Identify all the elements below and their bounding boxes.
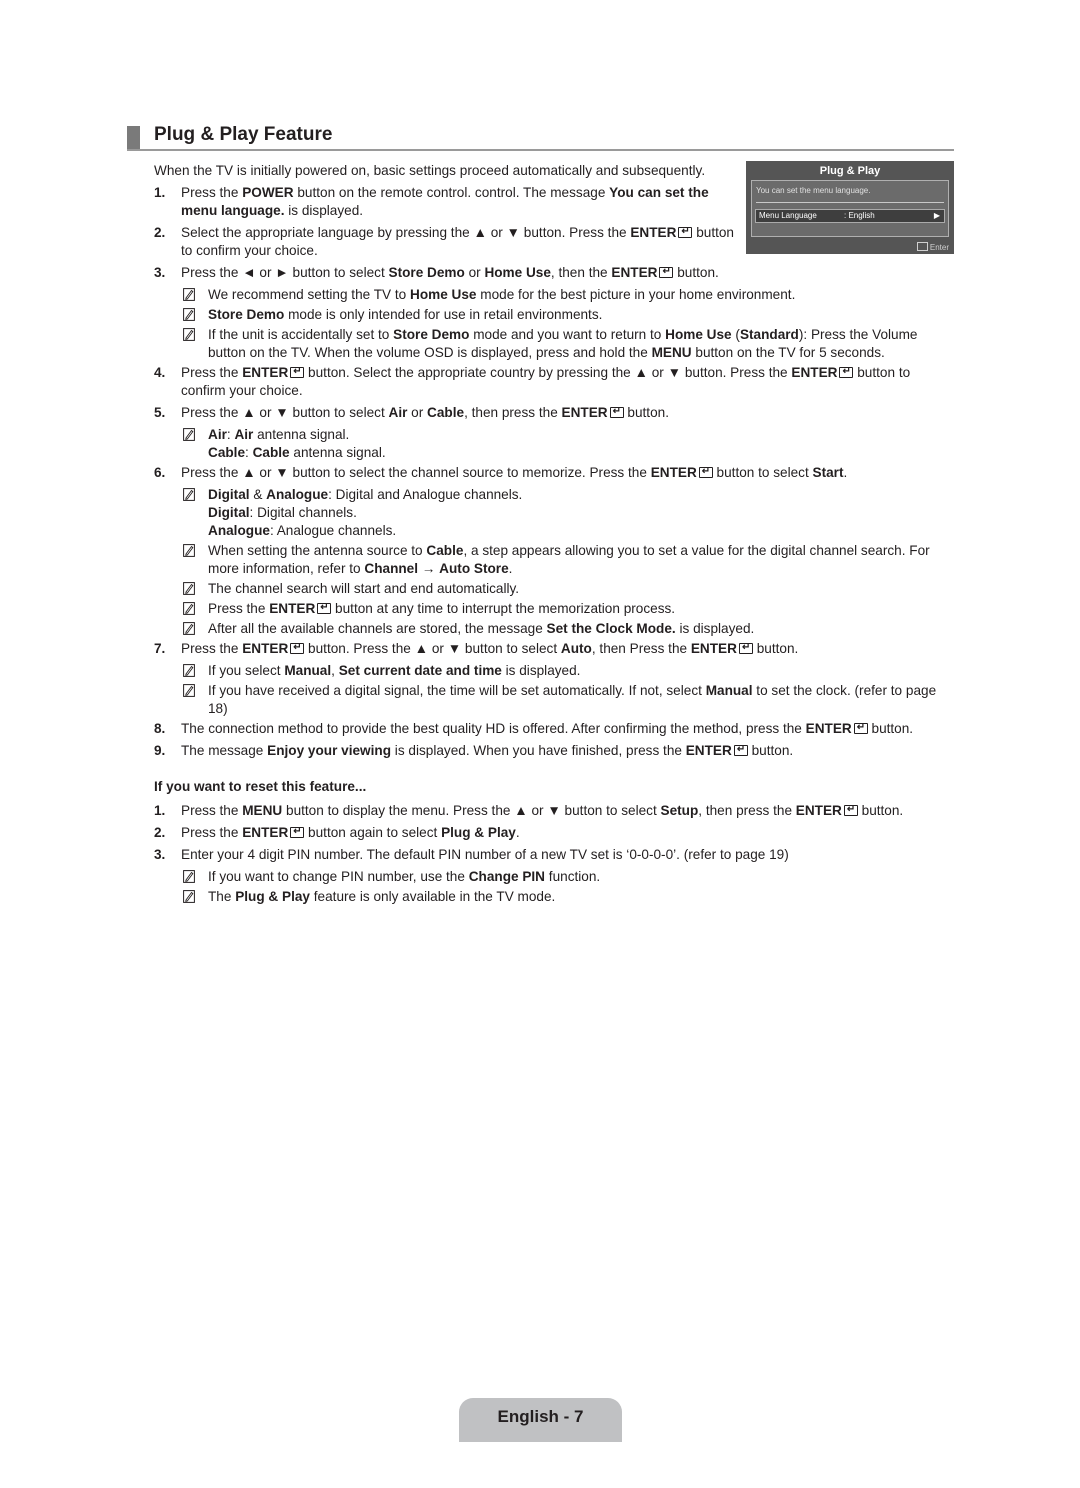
step-number: 6. [154, 465, 166, 480]
step-item: 1. Press the MENU button to display the m… [154, 801, 954, 820]
note-item: Press the ENTER button at any time to in… [181, 599, 954, 618]
step-item: 2. Select the appropriate language by pre… [154, 223, 746, 260]
enter-icon [290, 823, 305, 841]
header-rule [127, 149, 954, 151]
note-icon [183, 428, 195, 441]
enter-icon [290, 363, 305, 381]
step-text: Press the ENTER button. Press the ▲ or ▼… [181, 639, 798, 657]
step-item: 7. Press the ENTER button. Press the ▲ or… [154, 639, 954, 658]
note-icon [183, 890, 195, 903]
note-item: After all the available channels are sto… [181, 620, 954, 638]
intro-text: When the TV is initially powered on, bas… [154, 163, 706, 178]
note-icon [183, 544, 195, 557]
note-icon [183, 328, 195, 341]
note-text: Digital & Analogue: Digital and Analogue… [208, 487, 523, 538]
note-icon [183, 622, 195, 635]
step-item: 4. Press the ENTER button. Select the app… [154, 363, 954, 400]
page-title: Plug & Play Feature [154, 124, 333, 145]
note-item: If you select Manual, Set current date a… [181, 662, 954, 680]
note-icon [183, 308, 195, 321]
step-item: 6. Press the ▲ or ▼ button to select the … [154, 463, 954, 482]
enter-icon [290, 639, 305, 657]
header-marker [127, 126, 140, 150]
step-item: 2. Press the ENTER button again to select… [154, 823, 954, 842]
note-item: Digital & Analogue: Digital and Analogue… [181, 486, 954, 540]
step-number: 1. [154, 803, 166, 818]
step-number: 9. [154, 743, 166, 758]
enter-icon [317, 599, 332, 617]
step-number: 1. [154, 185, 166, 200]
note-text: The Plug & Play feature is only availabl… [208, 889, 556, 904]
enter-icon [738, 639, 753, 657]
step-text: Press the MENU button to display the men… [181, 801, 903, 819]
note-text: Press the ENTER button at any time to in… [208, 599, 675, 617]
note-item: If the unit is accidentally set to Store… [181, 326, 954, 362]
step-text: Press the ◄ or ► button to select Store … [181, 263, 719, 281]
note-text: Store Demo mode is only intended for use… [208, 307, 603, 322]
step-item: 1. Press the POWER button on the remote c… [154, 184, 746, 220]
enter-icon [609, 403, 624, 421]
step-number: 5. [154, 405, 166, 420]
note-text: If you want to change PIN number, use th… [208, 869, 601, 884]
enter-icon [843, 801, 858, 819]
step-number: 2. [154, 825, 166, 840]
note-item: We recommend setting the TV to Home Use … [181, 286, 954, 304]
content: When the TV is initially powered on, bas… [154, 162, 954, 908]
page-number: English - 7 [497, 1407, 584, 1426]
step-number: 7. [154, 641, 166, 656]
step-text: The message Enjoy your viewing is displa… [181, 741, 793, 759]
page-footer-tab: English - 7 [459, 1398, 622, 1442]
note-icon [183, 488, 195, 501]
step-text: Press the ENTER button again to select P… [181, 823, 520, 841]
step-text: Press the POWER button on the remote con… [181, 185, 709, 218]
step-text: Press the ▲ or ▼ button to select Air or… [181, 403, 669, 421]
step-text: Press the ▲ or ▼ button to select the ch… [181, 463, 847, 481]
note-icon [183, 664, 195, 677]
step-text: The connection method to provide the bes… [181, 719, 913, 737]
section-header: Plug & Play Feature [127, 124, 954, 151]
note-item: When setting the antenna source to Cable… [181, 542, 954, 578]
enter-icon [678, 223, 693, 241]
note-icon [183, 684, 195, 697]
step-number: 3. [154, 847, 166, 862]
enter-icon [853, 719, 868, 737]
step-number: 4. [154, 365, 166, 380]
step-item: 3. Enter your 4 digit PIN number. The def… [154, 846, 954, 864]
steps-list: 1. Press the POWER button on the remote c… [154, 184, 954, 760]
note-text: When setting the antenna source to Cable… [208, 543, 930, 576]
note-icon [183, 582, 195, 595]
note-icon [183, 870, 195, 883]
enter-icon [698, 463, 713, 481]
note-icon [183, 288, 195, 301]
step-text: Enter your 4 digit PIN number. The defau… [181, 847, 789, 862]
reset-steps-list: 1. Press the MENU button to display the m… [154, 801, 954, 906]
enter-icon [839, 363, 854, 381]
note-item: Store Demo mode is only intended for use… [181, 306, 954, 324]
step-number: 3. [154, 265, 166, 280]
note-icon [183, 602, 195, 615]
note-item: Air: Air antenna signal. Cable: Cable ant… [181, 426, 954, 462]
note-text: Air: Air antenna signal. Cable: Cable ant… [208, 427, 386, 460]
reset-heading: If you want to reset this feature... [154, 779, 367, 794]
note-item: The Plug & Play feature is only availabl… [181, 888, 954, 906]
step-item: 3. Press the ◄ or ► button to select Stor… [154, 263, 954, 282]
note-text: If you have received a digital signal, t… [208, 683, 937, 716]
step-number: 2. [154, 225, 166, 240]
note-text: After all the available channels are sto… [208, 621, 755, 636]
note-text: If you select Manual, Set current date a… [208, 663, 581, 678]
step-item: 9. The message Enjoy your viewing is disp… [154, 741, 954, 760]
step-text: Press the ENTER button. Select the appro… [181, 363, 910, 398]
enter-icon [733, 741, 748, 759]
note-text: The channel search will start and end au… [208, 581, 520, 596]
note-text: We recommend setting the TV to Home Use … [208, 287, 796, 302]
step-text: Select the appropriate language by press… [181, 223, 734, 258]
note-text: If the unit is accidentally set to Store… [208, 327, 918, 360]
note-item: If you want to change PIN number, use th… [181, 868, 954, 886]
note-item: If you have received a digital signal, t… [181, 682, 954, 718]
step-item: 8. The connection method to provide the b… [154, 719, 954, 738]
note-item: The channel search will start and end au… [181, 580, 954, 598]
step-number: 8. [154, 721, 166, 736]
enter-icon [659, 263, 674, 281]
step-item: 5. Press the ▲ or ▼ button to select Air … [154, 403, 954, 422]
